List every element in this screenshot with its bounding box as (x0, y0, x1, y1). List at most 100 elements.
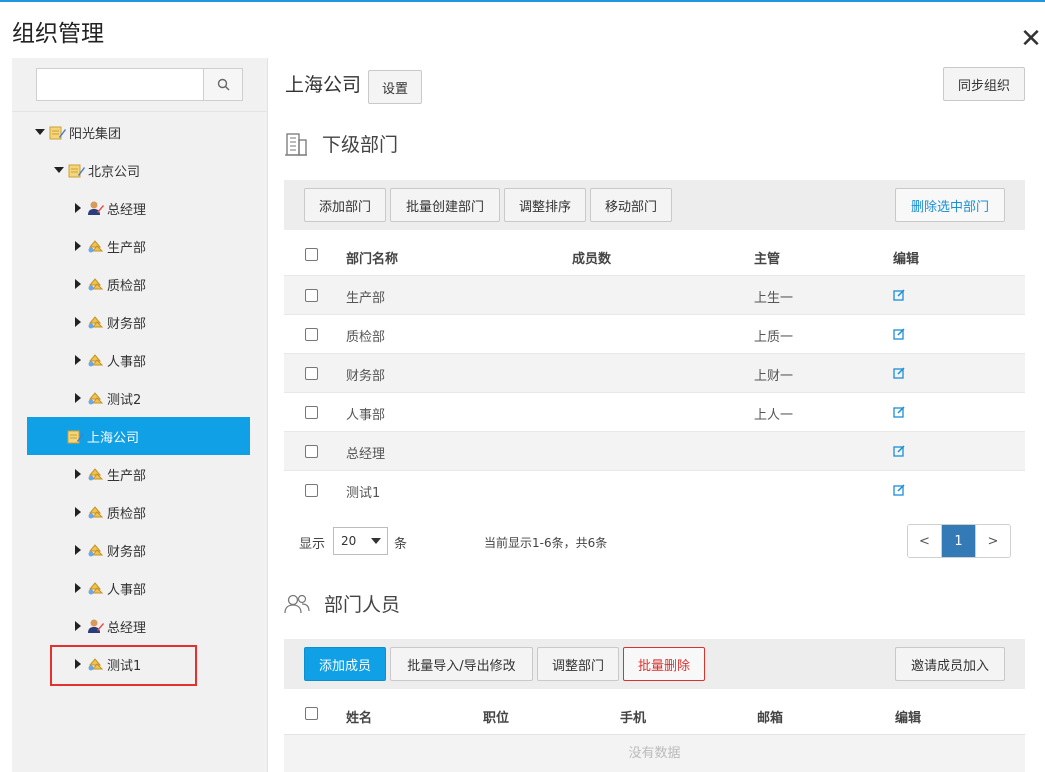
expand-caret-right-icon[interactable] (73, 393, 83, 403)
tree-node[interactable]: 阳光集团 (35, 113, 121, 151)
table-row: 质检部 上质一 (284, 314, 1025, 353)
members-title-text: 部门人员 (324, 594, 401, 616)
col-email: 邮箱 (757, 711, 784, 726)
tree-node[interactable]: 生产部 (73, 455, 146, 493)
pagination: < 1 > (907, 524, 1011, 558)
col-edit: 编辑 (893, 252, 920, 267)
adjust-dept-button[interactable]: 调整部门 (537, 647, 619, 681)
dept-name-cell: 人事部 (346, 408, 386, 423)
dept-name-cell: 测试1 (346, 486, 381, 501)
expand-caret-right-icon[interactable] (73, 583, 83, 593)
close-icon[interactable]: ✕ (1018, 26, 1044, 52)
sub-dept-section-title: 下级部门 (284, 130, 398, 157)
expand-caret-down-icon[interactable] (54, 167, 64, 173)
table-row: 生产部 上生一 (284, 275, 1025, 314)
add-dept-button[interactable]: 添加部门 (304, 188, 386, 222)
dept-name-cell: 总经理 (346, 447, 386, 462)
expand-caret-right-icon[interactable] (73, 279, 83, 289)
department-icon (87, 504, 105, 520)
tree-node[interactable]: 财务部 (73, 531, 146, 569)
tree-node[interactable]: 人事部 (73, 341, 146, 379)
department-icon (87, 276, 105, 292)
expand-caret-right-icon[interactable] (73, 469, 83, 479)
move-dept-button[interactable]: 移动部门 (590, 188, 672, 222)
department-icon (87, 466, 105, 482)
manager-cell: 上财一 (754, 369, 794, 384)
tree-node[interactable]: 测试2 (73, 379, 141, 417)
page-1-button[interactable]: 1 (942, 525, 976, 557)
col-name: 姓名 (346, 711, 373, 726)
next-page-button[interactable]: > (976, 525, 1010, 557)
invite-member-button[interactable]: 邀请成员加入 (895, 647, 1005, 681)
tree-node-label: 上海公司 (87, 430, 140, 446)
dept-name-cell: 生产部 (346, 291, 386, 306)
settings-button[interactable]: 设置 (368, 70, 422, 104)
col-manager: 主管 (754, 252, 781, 267)
sync-org-button[interactable]: 同步组织 (943, 67, 1025, 101)
add-member-button[interactable]: 添加成员 (304, 647, 386, 681)
tree-node-label: 财务部 (107, 544, 147, 560)
batch-delete-button[interactable]: 批量删除 (623, 647, 705, 681)
members-section-title: 部门人员 (284, 590, 400, 617)
col-member-count: 成员数 (572, 252, 612, 267)
row-checkbox[interactable] (305, 406, 318, 419)
edit-icon[interactable] (893, 328, 905, 340)
expand-caret-right-icon[interactable] (73, 317, 83, 327)
tree-node[interactable]: 总经理 (73, 189, 146, 227)
row-checkbox[interactable] (305, 328, 318, 341)
expand-caret-right-icon[interactable] (73, 621, 83, 631)
expand-caret-right-icon[interactable] (73, 507, 83, 517)
row-checkbox[interactable] (305, 289, 318, 302)
row-checkbox[interactable] (305, 484, 318, 497)
department-icon (87, 580, 105, 596)
tree-node[interactable]: 财务部 (73, 303, 146, 341)
edit-icon[interactable] (893, 367, 905, 379)
tree-node-label: 总经理 (107, 202, 147, 218)
manager-cell: 上人一 (754, 408, 794, 423)
company-name: 上海公司 (285, 74, 362, 96)
department-icon (87, 238, 105, 254)
tree-node[interactable]: 上海公司 (27, 417, 250, 455)
expand-caret-right-icon[interactable] (73, 355, 83, 365)
tree-node[interactable]: 质检部 (73, 493, 146, 531)
reorder-button[interactable]: 调整排序 (504, 188, 586, 222)
prev-page-button[interactable]: < (908, 525, 942, 557)
department-icon (87, 542, 105, 558)
table-row: 人事部 上人一 (284, 392, 1025, 431)
row-checkbox[interactable] (305, 367, 318, 380)
tree-node[interactable]: 总经理 (73, 607, 146, 645)
tree-search-input[interactable] (37, 69, 203, 100)
table-row: 财务部 上财一 (284, 353, 1025, 392)
org-edit-icon (49, 124, 67, 140)
delete-selected-dept-button[interactable]: 删除选中部门 (895, 188, 1005, 222)
select-all-checkbox[interactable] (305, 248, 318, 261)
import-export-button[interactable]: 批量导入/导出修改 (390, 647, 533, 681)
tree-node[interactable]: 人事部 (73, 569, 146, 607)
tree-node[interactable]: 北京公司 (54, 151, 140, 189)
edit-icon[interactable] (893, 289, 905, 301)
row-checkbox[interactable] (305, 445, 318, 458)
tree-node-label: 北京公司 (88, 164, 141, 180)
expand-caret-down-icon[interactable] (35, 129, 45, 135)
page-size-select[interactable]: 20 (333, 527, 388, 555)
edit-icon[interactable] (893, 484, 905, 496)
page-summary: 当前显示1-6条，共6条 (484, 536, 608, 550)
unit-label: 条 (394, 537, 408, 552)
tree-node[interactable]: 质检部 (73, 265, 146, 303)
edit-icon[interactable] (893, 406, 905, 418)
expand-caret-right-icon[interactable] (73, 203, 83, 213)
select-all-members-checkbox[interactable] (305, 707, 318, 720)
tree-node-label: 阳光集团 (69, 126, 122, 142)
sidebar-divider (12, 111, 267, 112)
batch-create-dept-button[interactable]: 批量创建部门 (390, 188, 500, 222)
table-row: 测试1 (284, 470, 1025, 509)
tree-node[interactable]: 生产部 (73, 227, 146, 265)
expand-caret-right-icon[interactable] (73, 241, 83, 251)
edit-icon[interactable] (893, 445, 905, 457)
show-label: 显示 (299, 537, 326, 552)
search-button[interactable] (203, 69, 242, 100)
dialog-title: 组织管理 (12, 21, 104, 47)
col-phone: 手机 (620, 711, 647, 726)
expand-caret-right-icon[interactable] (73, 545, 83, 555)
table-row: 总经理 (284, 431, 1025, 470)
